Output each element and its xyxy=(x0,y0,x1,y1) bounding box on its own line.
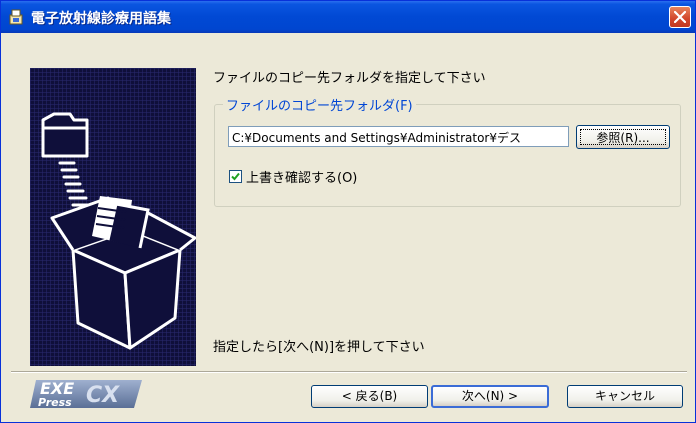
instruction-text: ファイルのコピー先フォルダを指定して下さい xyxy=(213,71,486,86)
back-button[interactable]: < 戻る(B) xyxy=(311,385,428,408)
exepress-logo: EXE Press CX xyxy=(30,372,148,414)
installer-icon xyxy=(9,9,23,25)
logo-text-side: CX xyxy=(86,383,120,408)
checkmark-icon xyxy=(231,172,240,181)
close-icon xyxy=(674,11,686,23)
title-bar[interactable]: 電子放射線診療用語集 xyxy=(1,1,695,33)
folder-into-box-icon xyxy=(41,112,197,350)
logo-text-bottom: Press xyxy=(38,396,72,409)
browse-button[interactable]: 参照(R)... xyxy=(576,125,670,149)
overwrite-label[interactable]: 上書き確認する(O) xyxy=(246,167,357,186)
next-button[interactable]: 次へ(N) > xyxy=(431,385,549,408)
hint-text: 指定したら[次へ(N)]を押して下さい xyxy=(213,340,425,355)
cancel-button[interactable]: キャンセル xyxy=(567,385,683,408)
group-label: ファイルのコピー先フォルダ(F) xyxy=(223,95,416,114)
destination-path-input[interactable]: C:¥Documents and Settings¥Administrator¥… xyxy=(228,126,569,147)
close-button[interactable] xyxy=(669,6,691,28)
destination-folder-group xyxy=(214,104,681,207)
window-title: 電子放射線診療用語集 xyxy=(31,11,171,27)
browse-button-label: 参照(R)... xyxy=(580,129,666,145)
setup-illustration xyxy=(30,68,197,366)
overwrite-checkbox[interactable] xyxy=(229,170,242,183)
installer-dialog: 電子放射線診療用語集 ファイルのコピー先フォルダを指定して下さい ファイルのコピ… xyxy=(0,0,696,423)
